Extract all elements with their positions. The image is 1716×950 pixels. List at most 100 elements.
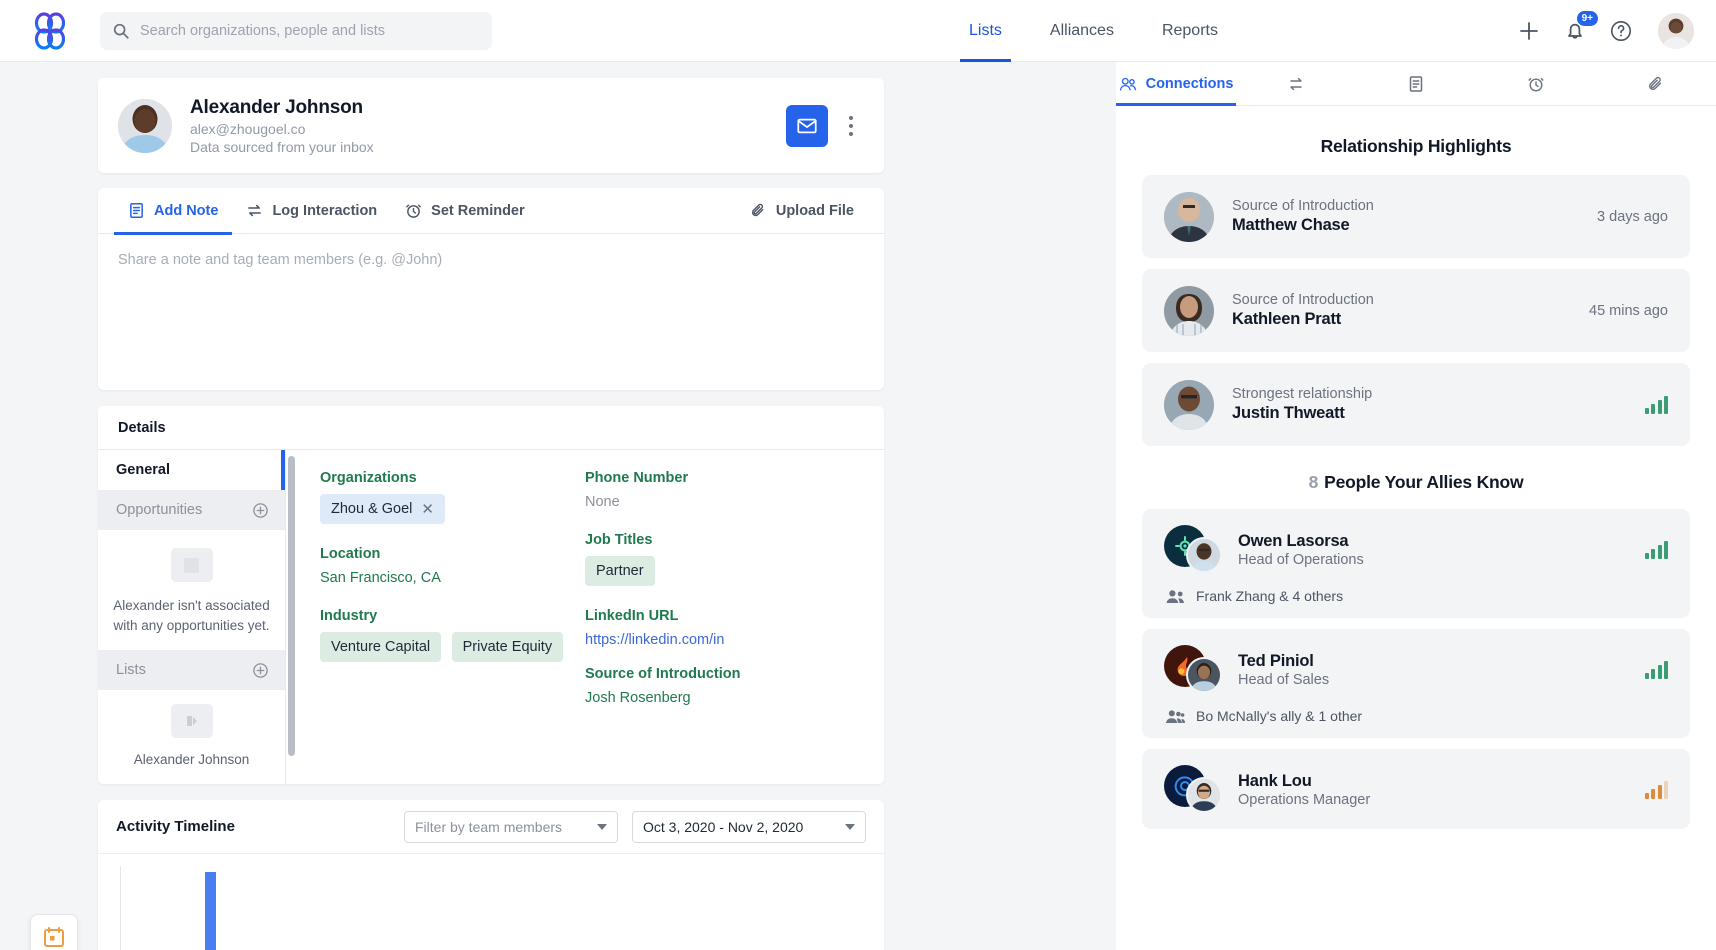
tab-connections[interactable]: Connections xyxy=(1116,62,1236,105)
highlight-name: Justin Thweatt xyxy=(1232,404,1645,423)
tab-set-reminder[interactable]: Set Reminder xyxy=(391,188,538,234)
highlight-relation: Source of Introduction xyxy=(1232,292,1589,308)
avatar xyxy=(1164,192,1214,242)
field-phone: Phone Number None xyxy=(585,470,850,510)
ally-card[interactable]: Ted Piniol Head of Sales Bo McNally's al xyxy=(1142,629,1690,738)
close-icon[interactable]: ✕ xyxy=(421,502,434,517)
tab-files[interactable] xyxy=(1596,62,1716,105)
ally-via: Bo McNally's ally & 1 other xyxy=(1196,708,1362,724)
lists-entry[interactable]: Alexander Johnson xyxy=(98,690,285,781)
tab-notes[interactable] xyxy=(1356,62,1476,105)
sidebar-item-general[interactable]: General xyxy=(98,450,285,490)
question-circle-icon[interactable] xyxy=(1608,18,1634,44)
exchange-arrows-icon xyxy=(246,202,263,219)
nav-item-reports[interactable]: Reports xyxy=(1138,0,1242,62)
date-range-picker[interactable]: Oct 3, 2020 - Nov 2, 2020 xyxy=(632,811,866,843)
main-nav: Lists Alliances Reports xyxy=(945,0,1242,62)
highlight-relation: Strongest relationship xyxy=(1232,386,1645,402)
highlight-name: Matthew Chase xyxy=(1232,216,1597,235)
field-linkedin: LinkedIn URL https://linkedin.com/in xyxy=(585,608,850,648)
plus-icon[interactable] xyxy=(1516,18,1542,44)
list-item: Alexander Johnson xyxy=(112,752,271,767)
activity-timeline-card: Activity Timeline Filter by team members… xyxy=(98,800,884,950)
compose-card: Add Note Log Interaction Set Reminder xyxy=(98,188,884,390)
avatar xyxy=(1186,777,1222,813)
connections-panel: Connections xyxy=(1116,62,1716,950)
highlight-card[interactable]: Source of Introduction Matthew Chase 3 d… xyxy=(1142,175,1690,258)
tab-label: Add Note xyxy=(154,203,218,219)
plus-circle-icon[interactable] xyxy=(252,662,269,679)
opportunities-empty-state: Alexander isn't associated with any oppo… xyxy=(98,530,285,650)
tab-upload-file[interactable]: Upload File xyxy=(736,188,868,234)
field-job-titles: Job Titles Partner xyxy=(585,532,850,586)
details-sidenav: General Opportunities Alexander isn't as… xyxy=(98,450,286,784)
money-placeholder-icon xyxy=(171,548,213,582)
ally-card[interactable]: Owen Lasorsa Head of Operations Frank Zh… xyxy=(1142,509,1690,618)
tab-add-note[interactable]: Add Note xyxy=(114,188,232,234)
nav-item-lists[interactable]: Lists xyxy=(945,0,1026,62)
job-title-tag[interactable]: Partner xyxy=(585,556,655,586)
search-bar[interactable] xyxy=(100,12,492,50)
relationship-strength-icon xyxy=(1645,781,1669,799)
industry-tag[interactable]: Private Equity xyxy=(452,632,563,662)
details-col-right: Phone Number None Job Titles Partner Lin… xyxy=(585,470,850,784)
details-fields: Organizations Zhou & Goel ✕ Location San… xyxy=(286,450,884,784)
tab-interactions[interactable] xyxy=(1236,62,1356,105)
profile-email: alex@zhougoel.co xyxy=(190,121,786,137)
field-organizations: Organizations Zhou & Goel ✕ xyxy=(320,470,585,524)
team-member-filter[interactable]: Filter by team members xyxy=(404,811,618,843)
section-lists[interactable]: Lists xyxy=(98,650,285,690)
ally-name: Ted Piniol xyxy=(1238,652,1645,671)
note-input[interactable] xyxy=(98,234,884,390)
ally-role: Head of Operations xyxy=(1238,552,1645,568)
kebab-menu-icon[interactable] xyxy=(838,109,864,143)
section-label: Opportunities xyxy=(116,502,202,518)
relationship-highlights-title: Relationship Highlights xyxy=(1142,136,1690,157)
organization-chip[interactable]: Zhou & Goel ✕ xyxy=(320,494,445,524)
avatar xyxy=(1186,657,1222,693)
chevron-down-icon xyxy=(845,824,855,830)
industry-tag[interactable]: Venture Capital xyxy=(320,632,441,662)
envelope-icon[interactable] xyxy=(786,105,828,147)
field-label: Phone Number xyxy=(585,470,850,486)
ally-card[interactable]: Hank Lou Operations Manager xyxy=(1142,749,1690,829)
search-input[interactable] xyxy=(140,23,480,39)
field-label: Organizations xyxy=(320,470,585,486)
field-value: Josh Rosenberg xyxy=(585,690,850,706)
paperclip-icon xyxy=(1647,75,1665,93)
field-label: Location xyxy=(320,546,585,562)
tab-label: Upload File xyxy=(776,203,854,219)
field-label: Source of Introduction xyxy=(585,666,850,682)
details-scrollbar[interactable] xyxy=(288,450,295,784)
affinity-logo-icon[interactable] xyxy=(28,9,72,53)
ally-role: Operations Manager xyxy=(1238,792,1645,808)
people-icon xyxy=(1166,589,1185,604)
ally-name: Hank Lou xyxy=(1238,772,1645,791)
calendar-icon[interactable] xyxy=(42,925,66,949)
linkedin-link[interactable]: https://linkedin.com/in xyxy=(585,632,850,648)
tab-log-interaction[interactable]: Log Interaction xyxy=(232,188,391,234)
nav-item-alliances[interactable]: Alliances xyxy=(1026,0,1138,62)
relationship-strength-icon xyxy=(1645,661,1669,679)
paperclip-icon xyxy=(750,202,767,219)
section-opportunities[interactable]: Opportunities xyxy=(98,490,285,530)
avatar[interactable] xyxy=(1658,13,1694,49)
tab-reminders[interactable] xyxy=(1476,62,1596,105)
activity-chart: 3 xyxy=(98,854,884,950)
ally-role: Head of Sales xyxy=(1238,672,1645,688)
filter-placeholder: Filter by team members xyxy=(415,819,587,835)
details-card: Details General Opportunities xyxy=(98,406,884,784)
ally-name: Owen Lasorsa xyxy=(1238,532,1645,551)
field-location: Location San Francisco, CA xyxy=(320,546,585,586)
top-actions: 9+ xyxy=(1516,0,1694,62)
main-column: Alexander Johnson alex@zhougoel.co Data … xyxy=(0,62,1116,950)
avatar xyxy=(1186,537,1222,573)
quick-actions-widget xyxy=(30,914,78,950)
ally-via: Frank Zhang & 4 others xyxy=(1196,588,1343,604)
bell-icon[interactable]: 9+ xyxy=(1562,18,1588,44)
profile-source: Data sourced from your inbox xyxy=(190,139,786,155)
highlight-card[interactable]: Source of Introduction Kathleen Pratt 45… xyxy=(1142,269,1690,352)
field-source-of-introduction: Source of Introduction Josh Rosenberg xyxy=(585,666,850,706)
highlight-card[interactable]: Strongest relationship Justin Thweatt xyxy=(1142,363,1690,446)
plus-circle-icon[interactable] xyxy=(252,502,269,519)
